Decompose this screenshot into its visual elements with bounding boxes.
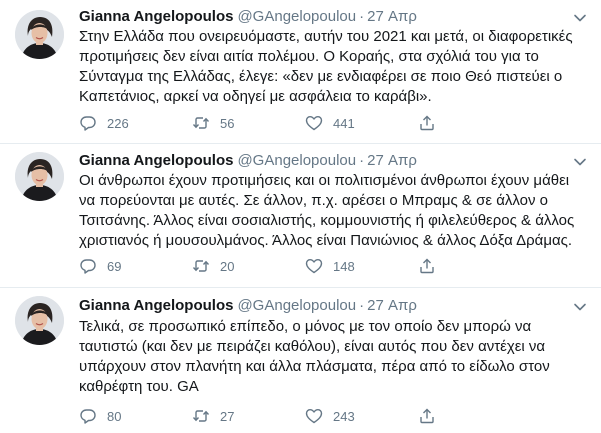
tweet-actions: 80 27 243 [79,406,549,426]
reply-count: 226 [107,115,129,131]
separator-dot: · [359,297,365,314]
tweet-date[interactable]: 27 Απρ [367,152,417,169]
reply-icon [80,409,96,424]
tweet-text-line: καθρέφτη του. GA [79,378,199,395]
like-count: 441 [333,115,355,131]
tweet-text: Οι άνθρωποι έχουν προτιμήσεις και οι πολ… [79,171,579,251]
share-icon [420,115,434,131]
reply-count: 80 [107,408,122,424]
tweet-header: Gianna Angelopoulos @GAngelopoulou · 27 Απρ [79,296,561,316]
share-button[interactable] [418,113,436,133]
like-button[interactable]: 243 [305,406,355,426]
tweet-text-line: υπάρχουν στον πλανήτη και άλλα πλάσματα,… [79,358,550,375]
tweet-text-line: Σύνταγμα της Ελλάδας, έλεγε: «δεν με ενδ… [79,68,563,85]
tweet-text: Τελικά, σε προσωπικό επίπεδο, ο μόνος με… [79,317,569,397]
retweet-button[interactable]: 56 [192,113,234,133]
reply-icon [80,259,96,274]
like-button[interactable]: 148 [305,256,355,276]
retweet-count: 27 [220,408,235,424]
tweet-text-line: Τσιτσάνης. Άλλος είναι σοσιαλιστής, κομμ… [79,212,575,229]
retweet-icon [192,260,210,272]
heart-icon [305,409,323,424]
chevron-down-icon[interactable] [573,300,587,314]
separator-dot: · [359,8,365,25]
heart-icon [305,259,323,274]
author-handle[interactable]: @GAngelopoulou [237,152,356,169]
tweet-text-line: να πορεύονται με αυτές. Σε άλλον, π.χ. α… [79,192,549,209]
tweet[interactable]: Gianna Angelopoulos @GAngelopoulou · 27 Απρ… [0,288,601,433]
tweet-text-line: ταυτιστώ (και δεν με πειράζει καθόλου), … [79,338,546,355]
chevron-down-icon[interactable] [573,11,587,25]
reply-count: 69 [107,258,122,274]
reply-icon [80,116,96,131]
retweet-count: 56 [220,115,235,131]
like-button[interactable]: 441 [305,113,355,133]
tweet-actions: 226 56 441 [79,113,549,133]
retweet-button[interactable]: 20 [192,256,234,276]
author-handle[interactable]: @GAngelopoulou [237,8,356,25]
reply-button[interactable]: 226 [79,113,129,133]
share-button[interactable] [418,256,436,276]
tweet-header: Gianna Angelopoulos @GAngelopoulou · 27 Απρ [79,7,561,27]
author-name[interactable]: Gianna Angelopoulos [79,152,233,169]
avatar[interactable] [15,10,64,59]
avatar[interactable] [15,152,64,201]
reply-button[interactable]: 80 [79,406,121,426]
chevron-down-icon[interactable] [573,155,587,169]
retweet-icon [192,117,210,129]
share-button[interactable] [418,406,436,426]
tweet-text: Στην Ελλάδα που ονειρευόμαστε, αυτήν του… [79,27,579,107]
tweet-text-line: Τελικά, σε προσωπικό επίπεδο, ο μόνος με… [79,318,532,335]
tweet-text-line: χριστιανός ή μουσουλμάνος. Άλλος είναι Π… [79,232,573,249]
author-name[interactable]: Gianna Angelopoulos [79,297,233,314]
tweet[interactable]: Gianna Angelopoulos @GAngelopoulou · 27 Απρ… [0,0,601,144]
share-icon [420,258,434,274]
avatar[interactable] [15,296,64,345]
tweet[interactable]: Gianna Angelopoulos @GAngelopoulou · 27 Απρ… [0,144,601,288]
tweet-thread: Gianna Angelopoulos @GAngelopoulou · 27 Απρ… [0,0,601,433]
separator-dot: · [359,152,365,169]
heart-icon [305,116,323,131]
like-count: 148 [333,258,355,274]
tweet-text-line: Οι άνθρωποι έχουν προτιμήσεις και οι πολ… [79,172,570,189]
tweet-date[interactable]: 27 Απρ [367,8,417,25]
tweet-date[interactable]: 27 Απρ [367,297,417,314]
author-handle[interactable]: @GAngelopoulou [237,297,356,314]
tweet-text-line: Καπετάνιος, αρκεί να οδηγεί με ασφάλεια … [79,88,432,105]
retweet-button[interactable]: 27 [192,406,234,426]
author-name[interactable]: Gianna Angelopoulos [79,8,233,25]
tweet-text-line: Στην Ελλάδα που ονειρευόμαστε, αυτήν του… [79,28,573,45]
tweet-header: Gianna Angelopoulos @GAngelopoulou · 27 Απρ [79,151,561,171]
retweet-count: 20 [220,258,235,274]
like-count: 243 [333,408,355,424]
tweet-text-line: προτιμήσεις δεν είναι αιτία πολέμου. Ο Κ… [79,48,539,65]
share-icon [420,408,434,424]
reply-button[interactable]: 69 [79,256,121,276]
retweet-icon [192,410,210,422]
tweet-actions: 69 20 148 [79,256,549,276]
